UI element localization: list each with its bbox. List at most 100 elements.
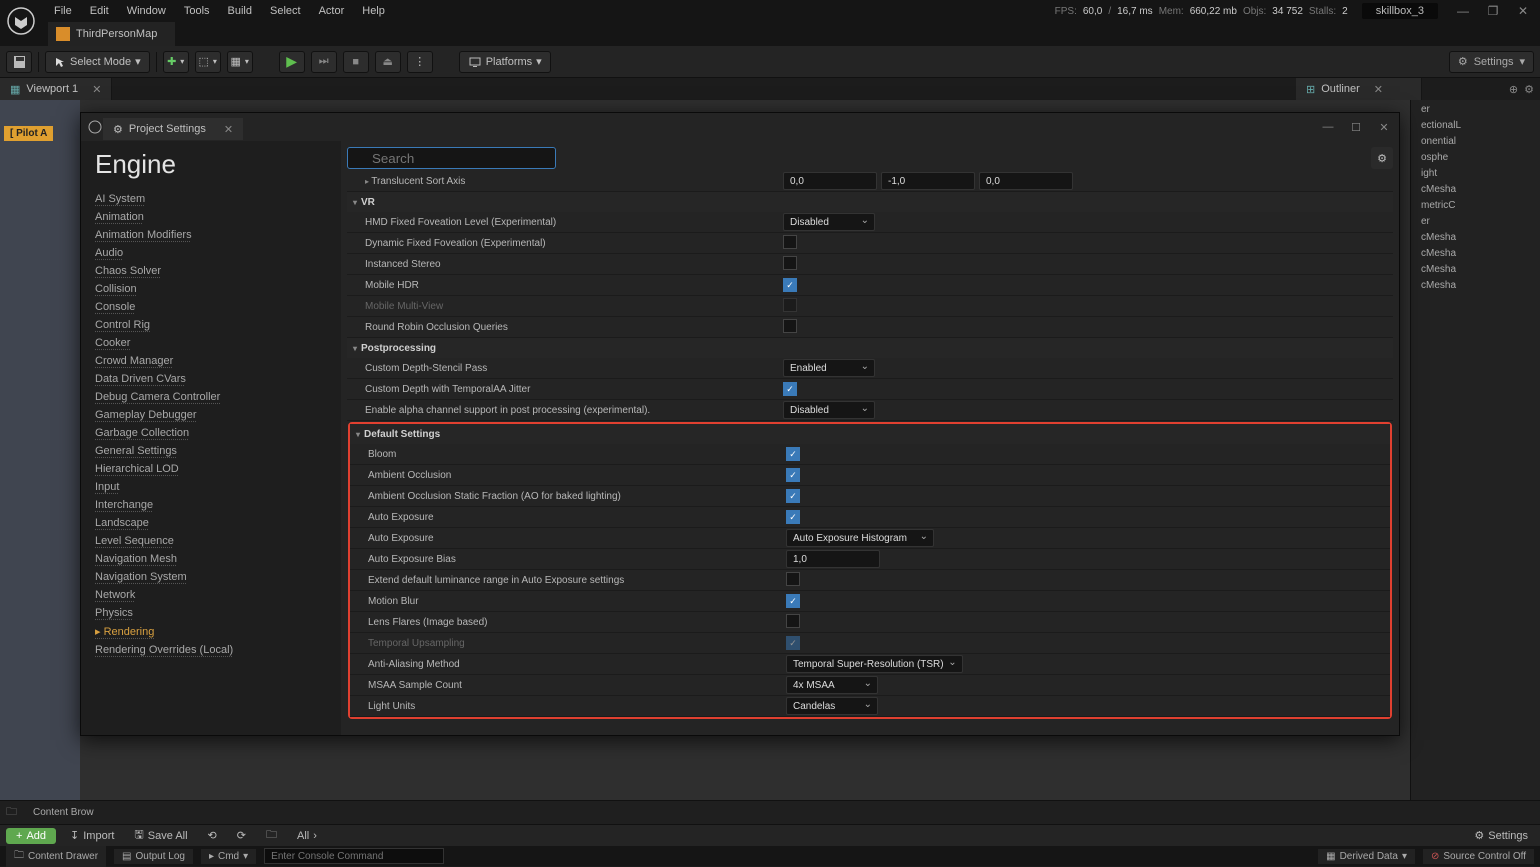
viewport-tab[interactable]: ▦ Viewport 1 ✕ xyxy=(0,78,112,100)
outliner-item[interactable]: cMesha xyxy=(1413,232,1538,248)
sidebar-item[interactable]: Cooker xyxy=(95,334,341,352)
add-panel-icon[interactable]: ⊕ xyxy=(1509,83,1518,96)
outliner-item[interactable]: ight xyxy=(1413,168,1538,184)
add-button[interactable]: +Add xyxy=(6,828,56,844)
checkbox[interactable] xyxy=(783,382,797,396)
vector-y-input[interactable] xyxy=(881,172,975,190)
vector-z-input[interactable] xyxy=(979,172,1073,190)
viewport[interactable] xyxy=(0,100,80,800)
search-settings-button[interactable]: ⚙ xyxy=(1371,147,1393,169)
menu-help[interactable]: Help xyxy=(362,5,385,17)
console-command-input[interactable] xyxy=(264,848,444,864)
sidebar-item[interactable]: Animation Modifiers xyxy=(95,226,341,244)
section-header-vr[interactable]: VR xyxy=(347,192,1393,212)
close-icon[interactable]: ✕ xyxy=(224,123,233,136)
output-log-button[interactable]: ▤Output Log xyxy=(114,849,193,864)
skip-button[interactable]: ⏭ xyxy=(311,51,337,73)
folder-icon[interactable]: 🗀 xyxy=(260,824,283,847)
level-tab[interactable]: ThirdPersonMap xyxy=(48,22,175,46)
vector-x-input[interactable] xyxy=(783,172,877,190)
breadcrumb-all[interactable]: All › xyxy=(291,828,323,844)
hmd-fov-dropdown[interactable]: Disabled xyxy=(783,213,875,231)
checkbox[interactable] xyxy=(783,319,797,333)
checkbox[interactable] xyxy=(786,510,800,524)
checkbox[interactable] xyxy=(786,489,800,503)
eject-button[interactable]: ⏏ xyxy=(375,51,401,73)
outliner-item[interactable]: er xyxy=(1413,104,1538,120)
window-close-button[interactable]: ✕ xyxy=(1512,2,1534,20)
close-icon[interactable]: ✕ xyxy=(92,83,101,96)
outliner-item[interactable]: ectionalL xyxy=(1413,120,1538,136)
sidebar-item[interactable]: Input xyxy=(95,478,341,496)
add-content-button[interactable]: ✚▾ xyxy=(163,51,189,73)
menu-file[interactable]: File xyxy=(54,5,72,17)
custom-depth-dropdown[interactable]: Enabled xyxy=(783,359,875,377)
menu-tools[interactable]: Tools xyxy=(184,5,210,17)
content-browser-tab[interactable]: Content Brow xyxy=(25,805,102,820)
sidebar-item[interactable]: Console xyxy=(95,298,341,316)
project-settings-tab[interactable]: ⚙ Project Settings ✕ xyxy=(103,118,243,140)
outliner-item[interactable]: osphe xyxy=(1413,152,1538,168)
select-mode-button[interactable]: Select Mode ▾ xyxy=(45,51,150,73)
window-close-button[interactable]: ✕ xyxy=(1373,117,1395,137)
light-units-dropdown[interactable]: Candelas xyxy=(786,697,878,715)
outliner-item[interactable]: cMesha xyxy=(1413,184,1538,200)
sidebar-item[interactable]: Physics xyxy=(95,604,341,622)
checkbox[interactable] xyxy=(786,468,800,482)
window-minimize-button[interactable]: — xyxy=(1452,2,1474,20)
user-badge[interactable]: skillbox_3 xyxy=(1362,3,1438,19)
save-all-button[interactable]: 🖫Save All xyxy=(128,824,193,847)
menu-build[interactable]: Build xyxy=(228,5,252,17)
history-back-button[interactable]: ⟲ xyxy=(202,827,223,844)
sidebar-item[interactable]: Network xyxy=(95,586,341,604)
content-settings-button[interactable]: ⚙Settings xyxy=(1468,827,1534,844)
checkbox[interactable] xyxy=(783,278,797,292)
sidebar-item[interactable]: Data Driven CVars xyxy=(95,370,341,388)
source-control-button[interactable]: ⊘Source Control Off xyxy=(1423,849,1534,864)
sidebar-item[interactable]: Hierarchical LOD xyxy=(95,460,341,478)
section-header-default-settings[interactable]: Default Settings xyxy=(350,424,1390,444)
sidebar-item[interactable]: Interchange xyxy=(95,496,341,514)
alpha-channel-dropdown[interactable]: Disabled xyxy=(783,401,875,419)
content-drawer-button[interactable]: 🗀Content Drawer xyxy=(6,846,106,867)
editor-settings-button[interactable]: ⚙ Settings ▾ xyxy=(1449,51,1534,73)
marketplace-button[interactable]: ⬚▾ xyxy=(195,51,221,73)
play-options-button[interactable]: ⋮ xyxy=(407,51,433,73)
msaa-dropdown[interactable]: 4x MSAA xyxy=(786,676,878,694)
checkbox[interactable] xyxy=(786,447,800,461)
sidebar-item[interactable]: Navigation Mesh xyxy=(95,550,341,568)
sidebar-item[interactable]: AI System xyxy=(95,190,341,208)
checkbox[interactable] xyxy=(786,572,800,586)
sidebar-item[interactable]: Control Rig xyxy=(95,316,341,334)
sidebar-item[interactable]: Collision xyxy=(95,280,341,298)
cmd-dropdown[interactable]: ▸Cmd ▾ xyxy=(201,849,256,864)
checkbox[interactable] xyxy=(783,235,797,249)
outliner-item[interactable]: onential xyxy=(1413,136,1538,152)
outliner-item[interactable]: cMesha xyxy=(1413,248,1538,264)
sidebar-item[interactable]: Garbage Collection xyxy=(95,424,341,442)
window-minimize-button[interactable]: — xyxy=(1317,117,1339,137)
outliner-item[interactable]: er xyxy=(1413,216,1538,232)
outliner-item[interactable]: metricC xyxy=(1413,200,1538,216)
history-forward-button[interactable]: ⟳ xyxy=(231,827,252,844)
settings-search-input[interactable] xyxy=(347,147,556,169)
sidebar-item[interactable]: General Settings xyxy=(95,442,341,460)
save-button[interactable] xyxy=(6,51,32,73)
sidebar-item[interactable]: Animation xyxy=(95,208,341,226)
auto-exposure-bias-input[interactable] xyxy=(786,550,880,568)
outliner-item[interactable]: cMesha xyxy=(1413,264,1538,280)
checkbox[interactable] xyxy=(783,256,797,270)
play-button[interactable]: ▶ xyxy=(279,51,305,73)
menu-edit[interactable]: Edit xyxy=(90,5,109,17)
sidebar-item[interactable]: Gameplay Debugger xyxy=(95,406,341,424)
derived-data-button[interactable]: ▦Derived Data ▾ xyxy=(1318,849,1415,864)
sidebar-item[interactable]: Landscape xyxy=(95,514,341,532)
outliner-tab[interactable]: ⊞ Outliner ✕ xyxy=(1296,78,1422,100)
window-maximize-button[interactable]: ☐ xyxy=(1345,117,1367,137)
close-icon[interactable]: ✕ xyxy=(1374,83,1383,96)
menu-actor[interactable]: Actor xyxy=(319,5,345,17)
section-header-postprocessing[interactable]: Postprocessing xyxy=(347,338,1393,358)
sidebar-item[interactable]: Debug Camera Controller xyxy=(95,388,341,406)
menu-select[interactable]: Select xyxy=(270,5,301,17)
panel-settings-icon[interactable]: ⚙ xyxy=(1524,83,1534,96)
